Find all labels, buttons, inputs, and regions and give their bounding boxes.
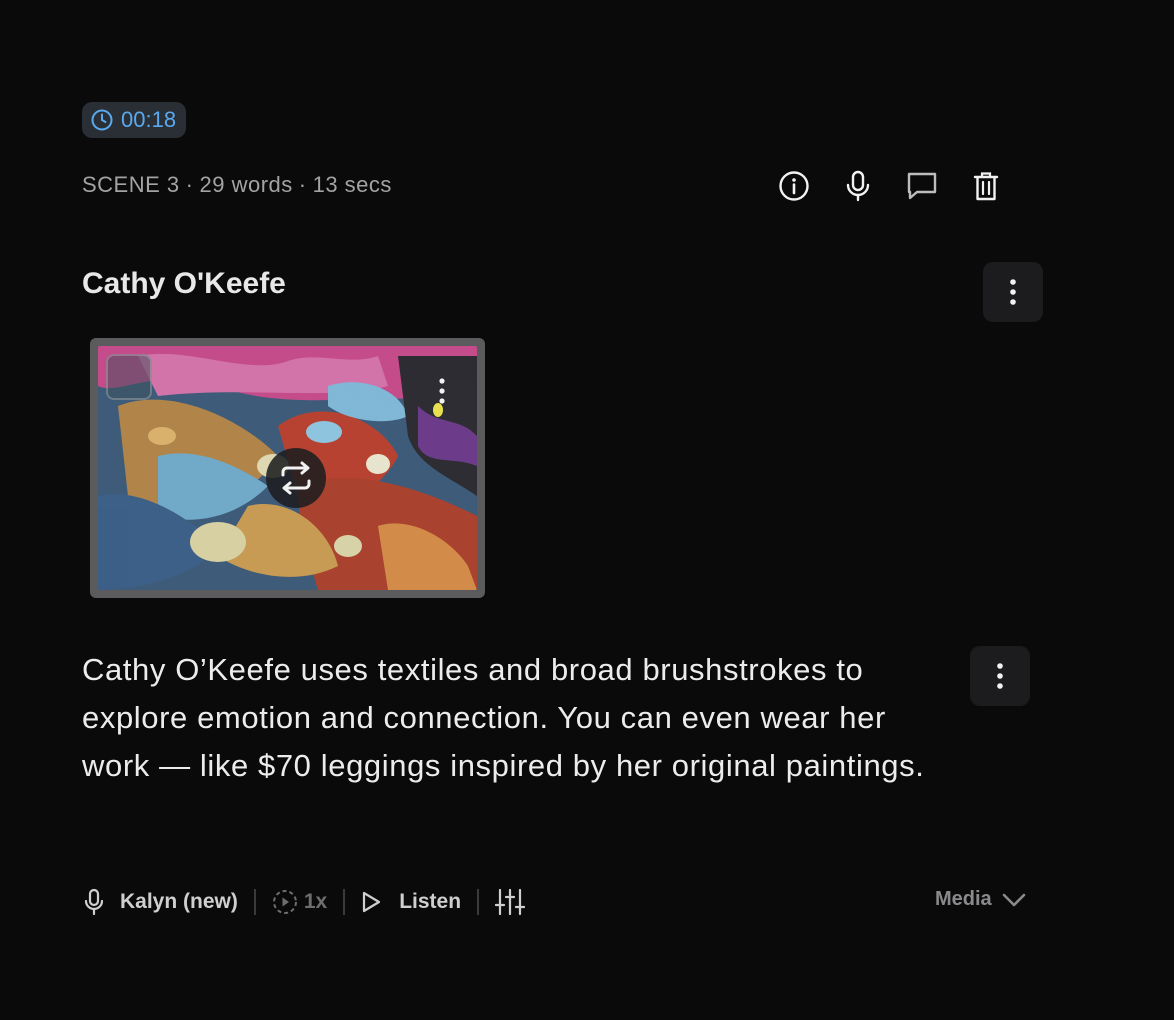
scene-toolbar bbox=[774, 166, 1006, 206]
timer-badge: 00:18 bbox=[82, 102, 187, 138]
info-icon bbox=[779, 171, 809, 201]
microphone-icon bbox=[84, 888, 104, 916]
more-vertical-icon bbox=[1010, 279, 1016, 305]
timer-value: 00:18 bbox=[121, 107, 177, 132]
chevron-down-icon bbox=[1002, 893, 1025, 906]
listen-label: Listen bbox=[399, 890, 462, 913]
delete-scene-button[interactable] bbox=[966, 166, 1006, 206]
media-dropdown[interactable]: Media bbox=[935, 888, 1026, 911]
play-icon bbox=[363, 891, 381, 913]
more-vertical-icon bbox=[439, 378, 445, 404]
swap-icon bbox=[281, 461, 311, 495]
audio-settings-button[interactable] bbox=[495, 888, 526, 916]
sliders-icon bbox=[495, 888, 526, 916]
voice-name: Kalyn (new) bbox=[120, 890, 238, 913]
scene-meta: SCENE 3 · 29 words · 13 secs bbox=[82, 172, 392, 198]
speed-icon bbox=[272, 890, 297, 914]
replace-media-button[interactable] bbox=[266, 448, 326, 508]
trash-icon bbox=[973, 172, 999, 201]
clock-icon bbox=[91, 109, 113, 131]
speed-value: 1x bbox=[303, 890, 328, 913]
microphone-icon bbox=[846, 170, 870, 202]
narration-text[interactable]: Cathy O’Keefe uses textiles and broad br… bbox=[82, 646, 952, 790]
title-more-button[interactable] bbox=[983, 262, 1043, 322]
divider bbox=[343, 889, 346, 915]
scene-duration: 13 secs bbox=[312, 172, 392, 197]
comment-button[interactable] bbox=[902, 166, 942, 206]
media-card[interactable] bbox=[90, 338, 485, 598]
more-vertical-icon bbox=[997, 663, 1003, 689]
narration-more-button[interactable] bbox=[970, 646, 1030, 706]
scene-bottom-bar: Kalyn (new) 1x Listen bbox=[82, 882, 526, 922]
listen-button[interactable]: Listen bbox=[361, 890, 461, 914]
scene-label: SCENE 3 bbox=[82, 172, 180, 197]
info-button[interactable] bbox=[774, 166, 814, 206]
comment-icon bbox=[907, 172, 937, 200]
meta-separator: · bbox=[185, 172, 194, 197]
meta-separator: · bbox=[298, 172, 307, 197]
divider bbox=[253, 889, 256, 915]
scene-word-count: 29 words bbox=[199, 172, 293, 197]
media-label: Media bbox=[935, 888, 992, 910]
scene-title: Cathy O'Keefe bbox=[82, 267, 286, 300]
playback-speed-button[interactable]: 1x bbox=[272, 889, 327, 915]
voice-selector[interactable]: Kalyn (new) bbox=[82, 888, 238, 916]
media-more-button[interactable] bbox=[432, 376, 452, 406]
media-thumbnail-badge bbox=[106, 354, 152, 400]
divider bbox=[477, 889, 480, 915]
record-voice-button[interactable] bbox=[838, 166, 878, 206]
